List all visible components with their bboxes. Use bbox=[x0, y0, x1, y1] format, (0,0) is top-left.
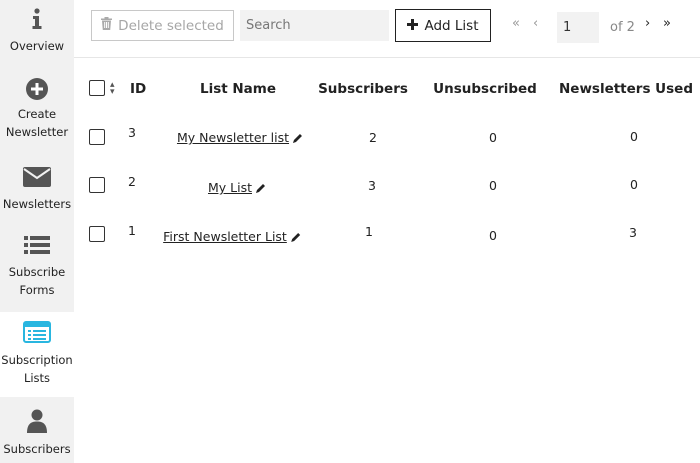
column-header-newsletters-used[interactable]: Newsletters Used bbox=[559, 81, 693, 97]
row-newsletters-used: 3 bbox=[629, 225, 637, 240]
row-id: 2 bbox=[128, 174, 136, 189]
add-list-label: Add List bbox=[424, 17, 479, 34]
prev-page-icon[interactable]: ‹ bbox=[533, 16, 538, 31]
sidebar-item-label: Subscribers bbox=[3, 442, 71, 456]
row-subscribers: 3 bbox=[368, 178, 376, 193]
row-checkbox[interactable] bbox=[89, 129, 105, 145]
sidebar: Overview Create Newsletter Newsletters S… bbox=[0, 0, 74, 463]
sidebar-item-label: Overview bbox=[9, 39, 65, 53]
first-page-icon[interactable]: « bbox=[512, 16, 520, 31]
sidebar-item-label: Subscribe Forms bbox=[8, 265, 66, 297]
row-unsubscribed: 0 bbox=[489, 228, 497, 243]
sidebar-item-overview[interactable]: Overview bbox=[0, 0, 74, 62]
edit-pencil-icon[interactable] bbox=[293, 133, 303, 143]
row-newsletters-used: 0 bbox=[630, 129, 638, 144]
trash-icon bbox=[101, 17, 113, 34]
user-icon bbox=[26, 409, 48, 433]
row-unsubscribed: 0 bbox=[489, 130, 497, 145]
row-newsletters-used: 0 bbox=[630, 177, 638, 192]
column-header-id[interactable]: ID bbox=[130, 81, 146, 97]
select-all-checkbox[interactable] bbox=[89, 80, 105, 96]
list-name: First Newsletter List bbox=[163, 229, 287, 244]
row-checkbox[interactable] bbox=[89, 226, 105, 242]
row-subscribers: 1 bbox=[365, 224, 373, 239]
plus-circle-icon bbox=[25, 77, 49, 101]
column-header-list-name[interactable]: List Name bbox=[200, 81, 276, 97]
column-header-unsubscribed[interactable]: Unsubscribed bbox=[433, 81, 537, 97]
edit-pencil-icon[interactable] bbox=[290, 232, 301, 242]
sidebar-item-subscribe-forms[interactable]: Subscribe Forms bbox=[0, 227, 74, 307]
page-count: of 2 bbox=[610, 20, 635, 35]
next-page-icon[interactable]: › bbox=[645, 16, 650, 31]
search-input[interactable] bbox=[240, 10, 389, 41]
edit-pencil-icon[interactable] bbox=[256, 183, 266, 193]
add-list-button[interactable]: Add List bbox=[395, 9, 491, 42]
sidebar-item-label: Subscription Lists bbox=[1, 353, 73, 385]
row-id: 1 bbox=[128, 223, 136, 238]
sidebar-item-create-newsletter[interactable]: Create Newsletter bbox=[0, 72, 74, 148]
sort-icon[interactable]: ▴ ▾ bbox=[110, 81, 115, 97]
list-name-link[interactable]: First Newsletter List bbox=[163, 229, 301, 244]
row-checkbox[interactable] bbox=[89, 177, 105, 193]
delete-selected-button[interactable]: Delete selected bbox=[91, 10, 234, 41]
column-header-subscribers[interactable]: Subscribers bbox=[318, 81, 408, 97]
divider bbox=[74, 57, 700, 58]
row-subscribers: 2 bbox=[369, 130, 377, 145]
row-unsubscribed: 0 bbox=[489, 178, 497, 193]
list-card-icon bbox=[23, 321, 51, 343]
last-page-icon[interactable]: » bbox=[663, 16, 671, 31]
sidebar-item-subscription-lists[interactable]: Subscription Lists bbox=[0, 312, 74, 397]
list-name-link[interactable]: My Newsletter list bbox=[177, 130, 303, 145]
row-id: 3 bbox=[128, 125, 136, 140]
list-name-link[interactable]: My List bbox=[208, 180, 266, 195]
sidebar-item-newsletters[interactable]: Newsletters bbox=[0, 160, 74, 220]
list-name: My List bbox=[207, 180, 253, 195]
sidebar-item-label: Newsletters bbox=[2, 197, 72, 211]
envelope-icon bbox=[23, 167, 51, 187]
list-name: My Newsletter list bbox=[176, 130, 290, 145]
sidebar-item-label: Create Newsletter bbox=[5, 107, 69, 139]
delete-selected-label: Delete selected bbox=[118, 17, 224, 34]
plus-icon bbox=[407, 18, 419, 34]
list-icon bbox=[24, 235, 50, 255]
info-icon bbox=[31, 8, 43, 30]
sidebar-item-subscribers[interactable]: Subscribers bbox=[0, 400, 74, 463]
page-number-input[interactable] bbox=[557, 12, 599, 43]
